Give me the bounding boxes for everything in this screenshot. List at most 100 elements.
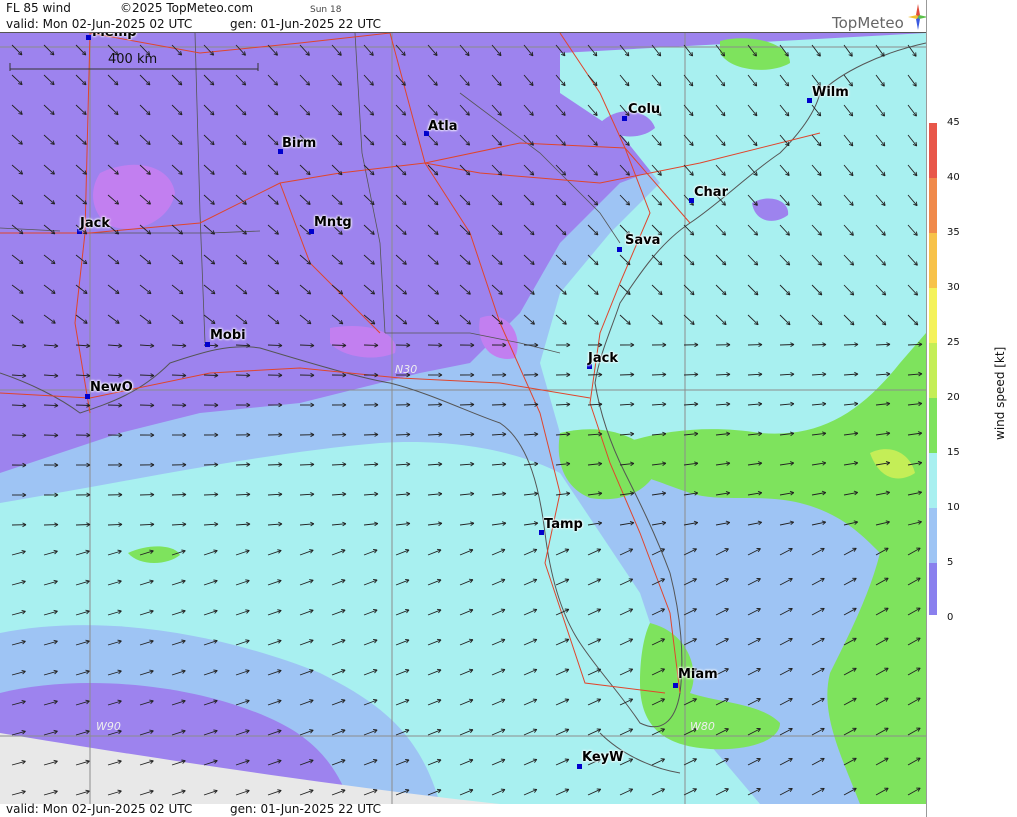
- city-label-wilmington[interactable]: Wilm: [812, 85, 849, 100]
- wind-arrow-head: [373, 609, 378, 611]
- city-marker: [617, 247, 622, 252]
- wind-arrow-head: [19, 322, 24, 324]
- wind-arrow-head: [468, 758, 473, 761]
- compass-star-icon: [908, 4, 928, 34]
- wind-arrow-head: [436, 548, 442, 551]
- legend-tick-label: 30: [947, 282, 960, 293]
- wind-arrow-head: [309, 579, 314, 581]
- wind-arrow-head: [405, 698, 410, 701]
- wind-arrow-head: [468, 638, 473, 641]
- legend-tick-label: 40: [947, 172, 960, 183]
- wind-arrow-head: [309, 699, 314, 701]
- wind-map[interactable]: 400 km W90 W80 N30 Memp Atla Colu Wilm B…: [0, 32, 926, 804]
- city-label-tampa[interactable]: Tamp: [544, 517, 583, 532]
- valid-time: valid: Mon 02-Jun-2025 02 UTC: [6, 17, 193, 31]
- wind-arrow-head: [309, 759, 314, 761]
- wind-arrow: [683, 373, 699, 376]
- city-label-montgomery[interactable]: Mntg: [314, 215, 352, 230]
- legend-tick-label: 35: [947, 227, 960, 238]
- city-label-key-west[interactable]: KeyW: [582, 750, 623, 765]
- legend-color-step: [929, 398, 937, 453]
- city-label-atlanta[interactable]: Atla: [428, 119, 458, 134]
- meridian-label-w90: W90: [96, 720, 121, 733]
- legend-color-step: [929, 563, 937, 615]
- legend-tick-label: 45: [947, 117, 960, 128]
- wind-arrow-head: [405, 788, 410, 791]
- wind-arrow-head: [405, 608, 410, 611]
- wind-arrow-head: [405, 758, 410, 761]
- wind-arrow: [843, 343, 859, 346]
- city-label-birmingham[interactable]: Birm: [282, 136, 316, 151]
- wind-arrow-head: [436, 788, 442, 791]
- product-title: FL 85 wind: [6, 1, 71, 15]
- wind-arrow-head: [405, 668, 410, 671]
- wind-arrow-head: [309, 729, 314, 731]
- wind-arrow-head: [309, 549, 314, 551]
- wind-arrow-head: [436, 758, 442, 761]
- wind-arrow: [235, 464, 251, 466]
- legend-tick-label: 10: [947, 502, 960, 513]
- legend-color-step: [929, 343, 937, 398]
- legend-tick-label: 5: [947, 557, 954, 568]
- legend-tick-label: 0: [947, 612, 954, 623]
- wind-arrow-head: [147, 322, 152, 324]
- legend-color-step: [929, 453, 937, 508]
- wind-arrow-head: [83, 322, 88, 324]
- wind-arrow-head: [115, 322, 120, 324]
- wind-arrow-head: [309, 639, 314, 641]
- city-marker: [673, 683, 678, 688]
- city-label-savannah[interactable]: Sava: [625, 233, 660, 248]
- wind-arrow: [523, 403, 539, 406]
- wind-arrow-head: [436, 668, 442, 671]
- wind-arrow-head: [341, 789, 346, 791]
- wind-arrow-head: [373, 729, 378, 731]
- wind-arrow-head: [341, 669, 346, 671]
- wind-arrow: [75, 404, 91, 406]
- city-label-columbia[interactable]: Colu: [628, 102, 660, 117]
- wind-arrow: [267, 464, 283, 466]
- wind-arrow-head: [19, 262, 24, 265]
- city-label-charleston[interactable]: Char: [694, 185, 728, 200]
- generated-time: gen: 01-Jun-2025 22 UTC: [230, 17, 382, 31]
- wind-arrow-head: [373, 639, 378, 641]
- legend-color-step: [929, 233, 937, 288]
- wind-arrow-head: [405, 728, 410, 731]
- parallel-label-n30: N30: [395, 363, 418, 376]
- wind-arrow-head: [405, 548, 410, 551]
- legend-color-step: [929, 178, 937, 233]
- legend-tick-label: 15: [947, 447, 960, 458]
- wind-arrow-head: [309, 669, 314, 671]
- city-label-new-orleans[interactable]: NewO: [90, 380, 133, 395]
- wind-arrow-head: [468, 728, 473, 731]
- wind-arrow-head: [341, 579, 346, 581]
- wind-arrow-head: [468, 788, 473, 791]
- wind-arrow: [139, 374, 155, 377]
- city-label-miami[interactable]: Miam: [678, 667, 718, 682]
- wind-arrow-head: [373, 699, 378, 701]
- wind-arrow: [299, 463, 315, 466]
- wind-arrow-head: [341, 639, 346, 641]
- wind-arrow: [171, 494, 187, 496]
- copyright-text: ©2025 TopMeteo.com: [120, 1, 254, 15]
- topmeteo-logo[interactable]: TopMeteo: [832, 4, 928, 32]
- logo-text: TopMeteo: [832, 14, 904, 32]
- wind-arrow: [363, 434, 379, 436]
- city-label-mobile[interactable]: Mobi: [210, 328, 246, 343]
- legend-unit-label: wind speed [kt]: [993, 346, 1007, 440]
- wind-arrow-head: [468, 548, 473, 551]
- city-label-jackson-ms[interactable]: Jack: [80, 216, 110, 231]
- wind-arrow-head: [341, 549, 346, 551]
- wind-arrow-head: [373, 789, 378, 791]
- wind-speed-legend: 45 40 35 30 25 20 15 10 5 0 wind speed [kt]: [926, 0, 1017, 817]
- wind-arrow-head: [341, 699, 346, 701]
- city-label-memphis[interactable]: Memp: [92, 33, 137, 40]
- wind-arrow: [395, 433, 411, 436]
- city-marker: [622, 116, 627, 121]
- legend-color-step: [929, 288, 937, 343]
- wind-arrow-head: [436, 728, 442, 731]
- wind-arrow: [619, 374, 635, 376]
- wind-arrow: [171, 374, 187, 377]
- wind-arrow: [811, 344, 827, 346]
- city-label-jacksonville[interactable]: Jack: [588, 351, 618, 366]
- wind-arrow-head: [211, 322, 216, 325]
